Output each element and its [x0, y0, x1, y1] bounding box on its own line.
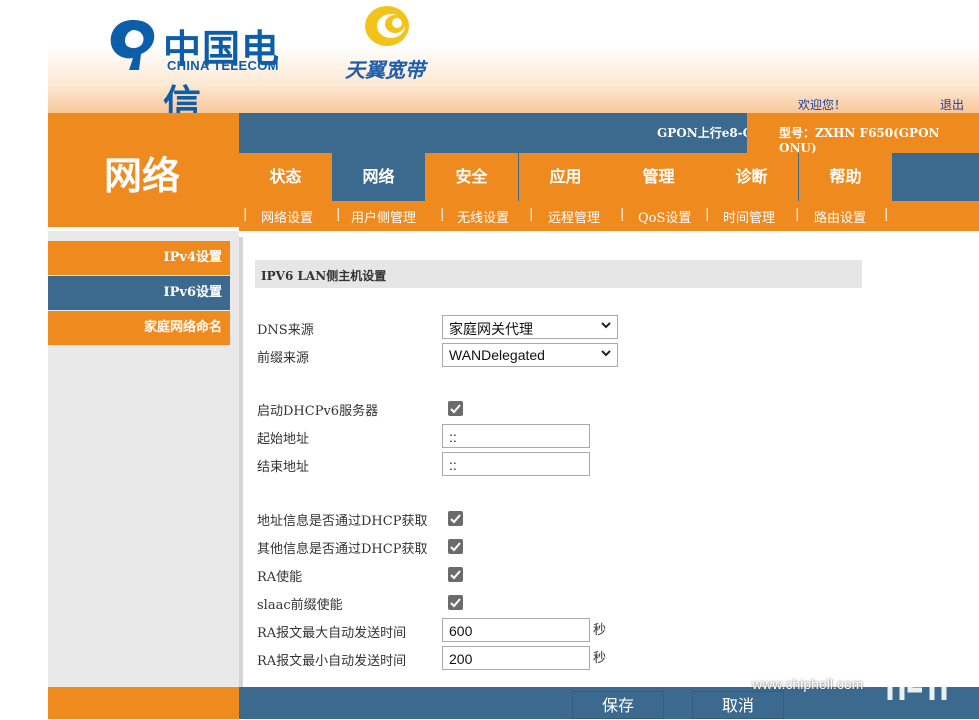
- footer-left-panel: [48, 687, 239, 719]
- end-address-label: 结束地址: [257, 460, 310, 475]
- checkmark-icon: [450, 514, 461, 524]
- section-title: 网络: [104, 154, 181, 198]
- sub-nav-separator: |: [620, 207, 625, 222]
- brand-name-en: CHINA TELECOM: [167, 58, 279, 73]
- addr-info-dhcp-label: 地址信息是否通过DHCP获取: [257, 514, 428, 529]
- tab-application[interactable]: 应用: [519, 153, 612, 201]
- left-menu: IPv4设置 IPv6设置 家庭网络命名: [48, 231, 239, 687]
- tab-network[interactable]: 网络: [332, 153, 425, 201]
- other-info-dhcp-label: 其他信息是否通过DHCP获取: [257, 542, 428, 557]
- ra-enable-checkbox[interactable]: [448, 567, 463, 582]
- sub-nav-user-side-mgmt[interactable]: 用户侧管理: [351, 207, 416, 226]
- watermark-url: www.chiphell.com: [752, 676, 864, 692]
- sub-nav-separator: |: [884, 207, 889, 222]
- content-title: IPV6 LAN侧主机设置: [255, 260, 862, 288]
- checkmark-icon: [450, 570, 461, 580]
- main-tab-bar: 状态 网络 安全 应用 管理 诊断 帮助: [239, 153, 979, 201]
- chiphell-watermark-logo: [881, 608, 949, 700]
- end-address-input[interactable]: ::: [442, 452, 590, 476]
- section-title-panel: 网络: [48, 113, 239, 227]
- tab-diagnosis[interactable]: 诊断: [705, 153, 798, 201]
- tab-status[interactable]: 状态: [239, 153, 332, 201]
- ra-min-interval-input[interactable]: 200: [442, 646, 590, 670]
- left-menu-home-network-name[interactable]: 家庭网络命名: [48, 311, 230, 345]
- dns-source-label: DNS来源: [257, 323, 314, 338]
- ra-min-interval-label: RA报文最小自动发送时间: [257, 654, 407, 669]
- cancel-button[interactable]: 取消: [692, 691, 784, 719]
- slaac-prefix-label: slaac前缀使能: [257, 598, 343, 613]
- dns-source-value: 家庭网关代理: [449, 321, 533, 337]
- tab-management[interactable]: 管理: [612, 153, 705, 201]
- addr-info-dhcp-checkbox[interactable]: [448, 511, 463, 526]
- content-panel: IPV6 LAN侧主机设置 DNS来源 家庭网关代理 前缀来源 WANDeleg…: [239, 237, 979, 687]
- prefix-source-label: 前缀来源: [257, 351, 310, 366]
- sub-nav: | 网络设置 | 用户侧管理 | 无线设置 | 远程管理 | QoS设置 | 时…: [239, 201, 979, 231]
- sub-nav-separator: |: [440, 207, 445, 222]
- sub-nav-qos[interactable]: QoS设置: [638, 207, 691, 226]
- sub-nav-network-settings[interactable]: 网络设置: [261, 207, 313, 226]
- model-label: 型号：ZXHN F650(GPON ONU): [747, 113, 979, 155]
- ra-enable-label: RA使能: [257, 570, 303, 585]
- dhcpv6-server-label: 启动DHCPv6服务器: [257, 404, 379, 419]
- sub-brand-name: 天翼宽带: [345, 58, 425, 82]
- dhcpv6-server-checkbox[interactable]: [448, 401, 463, 416]
- other-info-dhcp-checkbox[interactable]: [448, 539, 463, 554]
- tab-bar-filler: [892, 153, 979, 201]
- start-address-label: 起始地址: [257, 432, 310, 447]
- ra-max-interval-unit: 秒: [593, 623, 607, 638]
- sub-nav-routing[interactable]: 路由设置: [814, 207, 866, 226]
- prefix-source-select[interactable]: WANDelegated: [442, 343, 618, 367]
- chevron-down-icon: [601, 350, 611, 357]
- welcome-text: 欢迎您！: [798, 98, 847, 112]
- chevron-down-icon: [601, 322, 611, 329]
- sub-nav-separator: |: [336, 207, 341, 222]
- page-header: 中国电信 CHINA TELECOM 天翼宽带 欢迎您！ 退出: [0, 0, 979, 113]
- sub-nav-separator: |: [795, 207, 800, 222]
- ra-max-interval-input[interactable]: 600: [442, 618, 590, 642]
- sub-nav-separator: |: [243, 207, 248, 222]
- gpon-label: GPON上行e8-C: [657, 126, 753, 140]
- left-menu-ipv4[interactable]: IPv4设置: [48, 241, 230, 275]
- left-margin: [0, 0, 48, 719]
- dns-source-select[interactable]: 家庭网关代理: [442, 315, 618, 339]
- footer-bar: 保存 取消: [239, 687, 979, 719]
- slaac-prefix-checkbox[interactable]: [448, 595, 463, 610]
- tab-help[interactable]: 帮助: [799, 153, 892, 201]
- sub-nav-wireless[interactable]: 无线设置: [457, 207, 509, 226]
- logout-link[interactable]: 退出: [940, 96, 964, 113]
- ra-max-interval-label: RA报文最大自动发送时间: [257, 626, 407, 641]
- tianyi-swirl-icon: [365, 6, 409, 46]
- sub-nav-remote-mgmt[interactable]: 远程管理: [548, 207, 600, 226]
- ra-min-interval-unit: 秒: [593, 651, 607, 666]
- prefix-source-value: WANDelegated: [449, 347, 545, 363]
- checkmark-icon: [450, 598, 461, 608]
- sub-nav-separator: |: [529, 207, 534, 222]
- tab-security[interactable]: 安全: [425, 153, 518, 201]
- left-menu-ipv6[interactable]: IPv6设置: [48, 276, 230, 310]
- checkmark-icon: [450, 542, 461, 552]
- sub-nav-separator: |: [705, 207, 710, 222]
- china-telecom-emblem-icon: [110, 20, 155, 70]
- sub-nav-time-mgmt[interactable]: 时间管理: [723, 207, 775, 226]
- start-address-input[interactable]: ::: [442, 424, 590, 448]
- checkmark-icon: [450, 404, 461, 414]
- tianyi-logo: 天翼宽带: [345, 2, 445, 82]
- save-button[interactable]: 保存: [572, 691, 664, 719]
- info-bar: GPON上行e8-C 型号：ZXHN F650(GPON ONU): [239, 113, 979, 155]
- china-telecom-logo: 中国电信 CHINA TELECOM: [105, 14, 315, 113]
